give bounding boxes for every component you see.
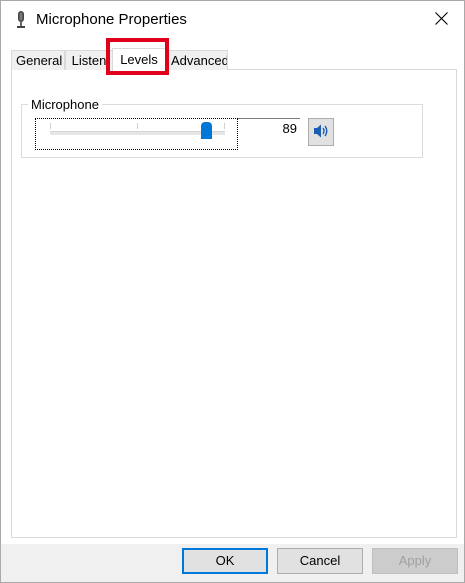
apply-button[interactable]: Apply — [372, 548, 458, 574]
window-title: Microphone Properties — [36, 11, 187, 28]
slider-thumb[interactable] — [200, 122, 212, 139]
group-label: Microphone — [28, 97, 102, 112]
close-button[interactable] — [418, 1, 464, 39]
microphone-icon — [15, 11, 27, 29]
slider-ticks — [50, 123, 225, 129]
speaker-icon — [312, 122, 330, 143]
microphone-properties-dialog: Microphone Properties General Listen Lev… — [0, 0, 465, 583]
slider-fill — [50, 132, 206, 135]
close-icon — [434, 12, 448, 28]
levels-tab-highlight — [106, 38, 169, 75]
mute-toggle-button[interactable] — [308, 118, 334, 146]
dialog-footer: OK Cancel Apply — [1, 544, 464, 582]
tab-general[interactable]: General — [11, 50, 65, 70]
slider-track — [50, 131, 225, 135]
tab-advanced[interactable]: Advanced — [166, 50, 228, 70]
ok-button[interactable]: OK — [182, 548, 268, 574]
title-bar: Microphone Properties — [1, 1, 464, 39]
microphone-level-slider[interactable] — [35, 118, 238, 150]
level-value[interactable]: 89 — [238, 118, 300, 139]
cancel-button[interactable]: Cancel — [277, 548, 363, 574]
